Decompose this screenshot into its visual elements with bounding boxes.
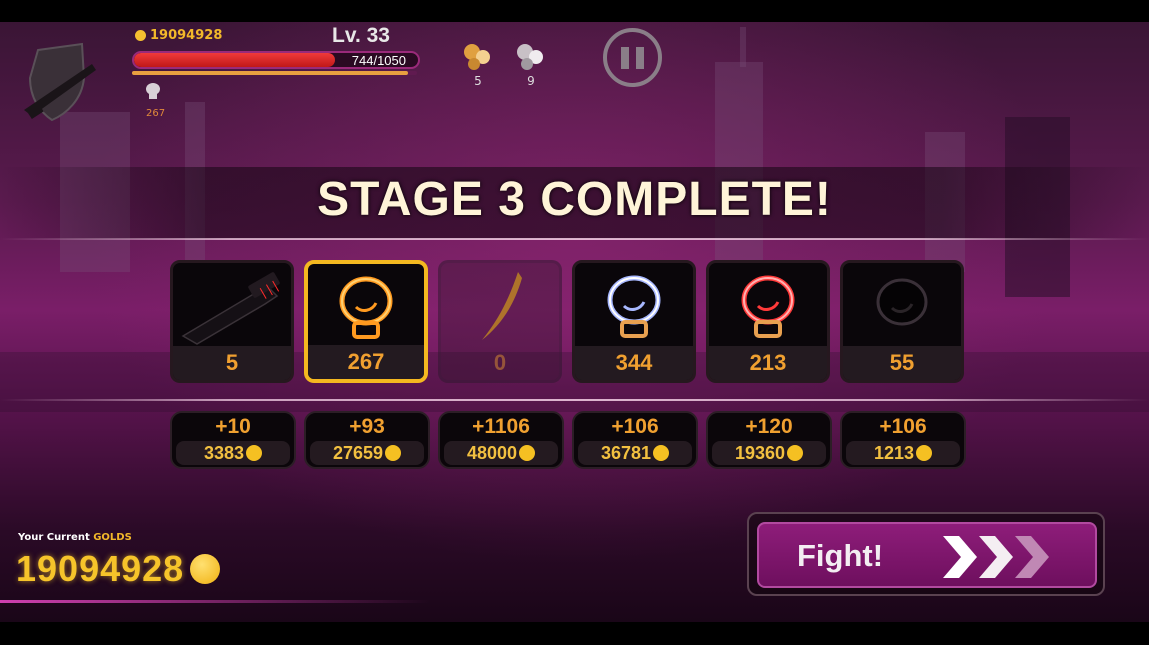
shotgun-shield-icon (24, 42, 96, 122)
upgrade-cost-value: 3383 (203, 443, 245, 463)
xp-bar-fill (132, 71, 409, 75)
fight-label: Fight! (797, 538, 884, 573)
blue-glove-icon (575, 263, 693, 349)
stage-title: STAGE 3 COMPLETE! (317, 173, 832, 226)
hp-text: 744/1050 (351, 53, 406, 68)
item-card-red-glove[interactable]: 213 (706, 260, 830, 383)
item-count: 267 (308, 345, 424, 379)
resource-b: 9 (511, 40, 551, 88)
upgrade-plate[interactable]: +120 19360 (706, 411, 832, 469)
pause-icon (636, 47, 644, 69)
upgrade-cost-value: 19360 (734, 443, 786, 463)
hud-gold: 19094928 (135, 28, 222, 43)
upgrade-cost: 36781 (578, 441, 692, 465)
upgrade-bonus: +106 (879, 415, 927, 438)
white-orbs-icon (511, 40, 551, 76)
upgrade-bonus: +1106 (472, 415, 530, 438)
upgrade-bonus: +106 (611, 415, 659, 438)
shotgun-icon: ||| (173, 263, 291, 349)
upgrade-plate[interactable]: +10 3383 (170, 411, 296, 469)
upgrade-cost: 3383 (176, 441, 290, 465)
upgrade-cost-value: 1213 (873, 443, 915, 463)
letterbox-bottom (0, 622, 1149, 645)
coin-icon (246, 445, 263, 461)
item-card-orange-glove[interactable]: 267 (304, 260, 428, 383)
upgrade-cost: 19360 (712, 441, 826, 465)
upgrade-plate[interactable]: +106 36781 (572, 411, 698, 469)
fight-button[interactable]: Fight! (757, 522, 1097, 588)
coin-icon (653, 445, 670, 461)
divider (0, 238, 1149, 240)
item-card-black-glove[interactable]: 55 (840, 260, 964, 383)
glove-count: 267 (146, 108, 166, 119)
resource-a: 5 (458, 40, 498, 88)
upgrade-cost: 1213 (846, 441, 960, 465)
coin-icon (519, 445, 536, 461)
fight-button-frame: Fight! (747, 512, 1105, 596)
upgrade-plate[interactable]: +93 27659 (304, 411, 430, 469)
item-card-blue-glove[interactable]: 344 (572, 260, 696, 383)
letterbox-top (0, 0, 1149, 22)
coin-icon (190, 554, 221, 584)
coin-icon (135, 30, 146, 41)
upgrade-cost-value: 27659 (332, 443, 384, 463)
item-count: 344 (575, 346, 693, 380)
orange-glove-icon (308, 264, 424, 350)
game-scene: 19094928 Lv. 33 744/1050 267 5 9 STAGE 3 (0, 22, 1149, 622)
resource-b-count: 9 (527, 74, 535, 88)
upgrade-bonus: +10 (215, 415, 251, 438)
upgrade-cost-value: 36781 (600, 443, 652, 463)
resource-a-count: 5 (474, 74, 482, 88)
gold-underline (0, 600, 430, 603)
player-level: Lv. 33 (332, 24, 390, 47)
current-gold-label: Your Current GOLDS (18, 532, 132, 543)
building (740, 27, 746, 67)
hp-bar: 744/1050 (132, 51, 420, 69)
item-count: 213 (709, 346, 827, 380)
pause-button[interactable] (603, 28, 662, 87)
upgrade-bonus: +93 (349, 415, 385, 438)
coin-icon (916, 445, 933, 461)
red-glove-icon (709, 263, 827, 349)
upgrade-cost: 27659 (310, 441, 424, 465)
item-card-shotgun[interactable]: ||| 5 (170, 260, 294, 383)
upgrade-plate[interactable]: +106 1213 (840, 411, 966, 469)
hud-gold-value: 19094928 (150, 28, 223, 43)
item-count: 0 (493, 350, 507, 375)
coin-icon (787, 445, 804, 461)
orange-orbs-icon (458, 40, 498, 76)
divider (0, 399, 1149, 401)
xp-bar (132, 71, 417, 75)
current-gold-label-prefix: Your Current (18, 532, 90, 543)
current-gold-value: 19094928 (16, 548, 185, 589)
item-count: 5 (173, 346, 291, 380)
coin-icon (385, 445, 402, 461)
item-card-blade[interactable]: 0 (438, 260, 562, 383)
upgrade-cost-value: 48000 (466, 443, 518, 463)
chevron-right-icon (1015, 536, 1049, 578)
blade-icon (441, 263, 559, 349)
upgrade-bonus: +120 (745, 415, 793, 438)
current-gold-label-golds: GOLDS (93, 532, 132, 543)
upgrade-cost: 48000 (444, 441, 558, 465)
upgrade-plate[interactable]: +1106 48000 (438, 411, 564, 469)
pause-icon (621, 47, 629, 69)
glove-small-icon (146, 83, 160, 99)
current-gold: 19094928 (16, 548, 221, 590)
black-glove-icon (843, 263, 961, 349)
item-count: 55 (843, 346, 961, 380)
